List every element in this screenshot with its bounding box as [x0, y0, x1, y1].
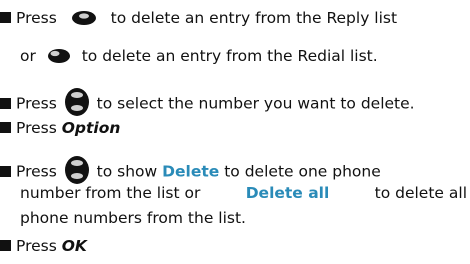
- option-softkey-label: Option: [61, 119, 121, 137]
- step-delete-reply: Press to delete an entry from the Reply …: [0, 8, 397, 29]
- step-text: to delete all: [374, 184, 467, 202]
- left-softkey-icon: [71, 10, 96, 25]
- delete-keyword: Delete: [162, 162, 220, 181]
- step-text: Press: [16, 94, 57, 113]
- step-text: Press: [16, 237, 57, 255]
- bullet-icon: [0, 240, 11, 251]
- ok-softkey-label: OK: [61, 237, 87, 255]
- navigation-key-icon: [64, 88, 89, 116]
- bullet-icon: [0, 165, 11, 177]
- navigation-key-icon: [64, 156, 89, 184]
- step-text: to delete an entry from the Reply list: [110, 9, 398, 27]
- step-text: to delete one phone: [224, 162, 381, 181]
- bullet-icon: [0, 122, 11, 133]
- step-select-number: Press to select the number you want to d…: [0, 88, 415, 119]
- delete-all-keyword: Delete all: [245, 184, 330, 202]
- step-text: or: [20, 47, 36, 65]
- step-press-option: Press Option: [0, 118, 120, 138]
- step-text: number from the list or: [20, 184, 201, 202]
- bullet-icon: [0, 12, 11, 23]
- step-continuation: phone numbers from the list.: [20, 208, 246, 228]
- step-text: to show: [96, 162, 158, 181]
- step-text: Press: [16, 162, 57, 181]
- bullet-icon: [0, 97, 11, 109]
- step-press-ok: Press OK: [0, 236, 87, 256]
- right-softkey-icon: [47, 48, 70, 63]
- step-text: Press: [16, 9, 57, 27]
- step-text: phone numbers from the list.: [20, 209, 246, 227]
- step-text: Press: [16, 119, 57, 137]
- step-continuation: number from the list or Delete all to de…: [20, 183, 467, 203]
- step-text: to select the number you want to delete.: [96, 94, 415, 113]
- step-text: to delete an entry from the Redial list.: [81, 47, 378, 65]
- instruction-page: Press to delete an entry from the Reply …: [0, 0, 470, 264]
- step-delete-redial: or to delete an entry from the Redial li…: [20, 46, 378, 67]
